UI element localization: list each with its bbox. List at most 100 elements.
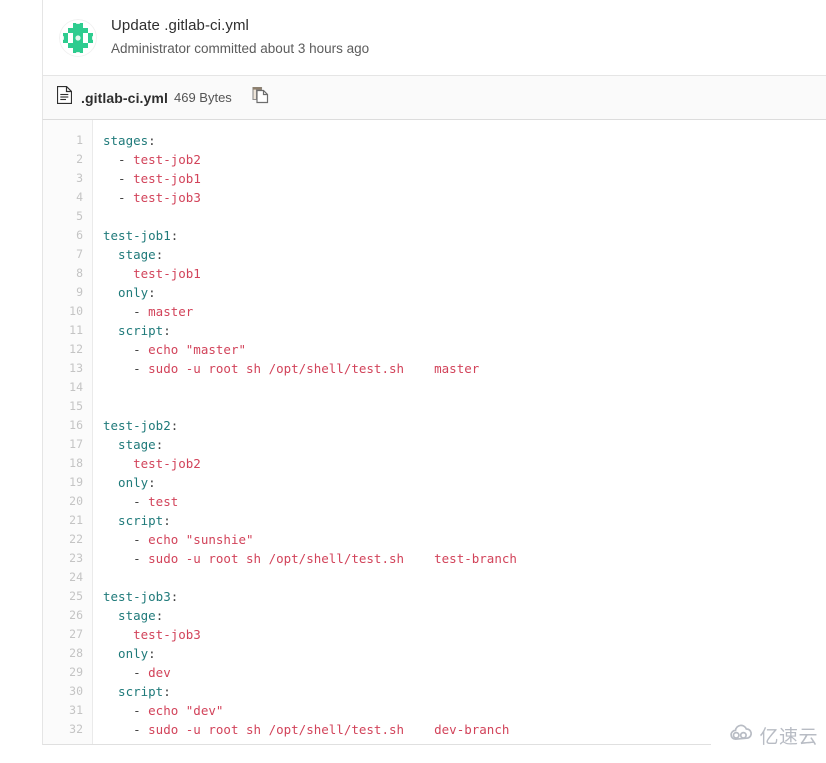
line-number: 6 — [76, 228, 83, 242]
code-token-val: test-job3 — [103, 627, 201, 642]
code-line: stage: — [103, 245, 711, 264]
commit-author-and-time: Administrator committed about 3 hours ag… — [111, 41, 370, 56]
code-token-key: stages — [103, 133, 149, 148]
code-token-key: stage — [103, 437, 156, 452]
line-number: 21 — [69, 513, 83, 527]
code-line: test-job2 — [103, 454, 711, 473]
code-token-val: test-job2 — [103, 456, 201, 471]
code-line: - test — [103, 492, 711, 511]
code-line: stage: — [103, 606, 711, 625]
code-line: script: — [103, 511, 711, 530]
code-line: - master — [103, 302, 711, 321]
line-number: 29 — [69, 665, 83, 679]
code-token-str: echo "sunshie" — [148, 532, 254, 547]
line-number: 22 — [69, 532, 83, 546]
file-header-bar: .gitlab-ci.yml 469 Bytes — [42, 76, 826, 120]
code-token-punc: : — [148, 133, 156, 148]
line-number: 5 — [76, 209, 83, 223]
file-size-label: 469 Bytes — [173, 90, 232, 105]
code-line: test-job3 — [103, 625, 711, 644]
code-line: script: — [103, 682, 711, 701]
line-number: 27 — [69, 627, 83, 641]
code-line: - dev — [103, 663, 711, 682]
code-line: stages: — [103, 131, 711, 150]
code-line: - echo "dev" — [103, 701, 711, 720]
line-number: 8 — [76, 266, 83, 280]
file-document-icon — [56, 85, 73, 109]
line-number: 14 — [69, 380, 83, 394]
code-token-punc: : — [155, 608, 164, 623]
line-number: 20 — [69, 494, 83, 508]
code-token-punc: : — [163, 323, 171, 338]
code-token-punc: - — [103, 532, 149, 547]
code-token-key: test-job3 — [103, 589, 171, 604]
code-token-punc: - — [103, 190, 134, 205]
identicon-avatar-icon — [59, 18, 97, 57]
line-number: 11 — [69, 323, 83, 337]
line-number: 12 — [69, 342, 83, 356]
code-token-punc: - — [103, 361, 149, 376]
code-line: test-job1 — [103, 264, 711, 283]
code-token-val: test-job2 — [133, 152, 201, 167]
code-content[interactable]: stages: - test-job2 - test-job1 - test-j… — [93, 120, 711, 744]
code-token-key: only — [103, 646, 149, 661]
line-number: 25 — [69, 589, 83, 603]
code-line: - sudo -u root sh /opt/shell/test.sh mas… — [103, 359, 711, 378]
code-token-key: test-job2 — [103, 418, 171, 433]
line-number: 19 — [69, 475, 83, 489]
code-token-key: test-job1 — [103, 228, 171, 243]
code-token-punc: : — [163, 684, 171, 699]
line-number: 16 — [69, 418, 83, 432]
line-number: 1 — [76, 133, 83, 147]
code-line: - test-job2 — [103, 150, 711, 169]
line-number: 23 — [69, 551, 83, 565]
line-number: 4 — [76, 190, 83, 204]
code-token-val: test-job3 — [133, 190, 201, 205]
code-token-punc: : — [155, 437, 164, 452]
code-token-punc: - — [103, 665, 149, 680]
code-line: - test-job1 — [103, 169, 711, 188]
code-token-val: dev — [148, 665, 171, 680]
commit-title[interactable]: Update .gitlab-ci.yml — [111, 16, 369, 36]
line-number: 3 — [76, 171, 83, 185]
code-token-str: sudo -u root sh /opt/shell/test.sh maste… — [148, 361, 480, 376]
cloud-logo-icon — [728, 724, 754, 747]
code-token-key: only — [103, 475, 149, 490]
code-token-punc: : — [148, 475, 156, 490]
code-token-punc: : — [170, 589, 179, 604]
code-line: - echo "master" — [103, 340, 711, 359]
code-token-punc: : — [148, 285, 156, 300]
line-number: 2 — [76, 152, 83, 166]
line-number: 28 — [69, 646, 83, 660]
line-number: 32 — [69, 722, 83, 736]
code-token-punc: - — [103, 171, 134, 186]
code-token-val: master — [148, 304, 194, 319]
file-name-label: .gitlab-ci.yml — [81, 89, 168, 106]
code-token-key: only — [103, 285, 149, 300]
code-token-punc: - — [103, 152, 134, 167]
commit-header: Update .gitlab-ci.yml Administrator comm… — [42, 0, 826, 76]
code-line: only: — [103, 473, 711, 492]
line-number: 31 — [69, 703, 83, 717]
code-token-str: sudo -u root sh /opt/shell/test.sh test-… — [148, 551, 517, 566]
code-line: - echo "sunshie" — [103, 530, 711, 549]
line-number: 13 — [69, 361, 83, 375]
copy-to-clipboard-icon[interactable] — [252, 86, 269, 109]
code-token-val: test-job1 — [103, 266, 201, 281]
code-token-key: stage — [103, 247, 156, 262]
code-token-key: script — [103, 323, 164, 338]
code-token-str: echo "master" — [148, 342, 246, 357]
file-view-page: Update .gitlab-ci.yml Administrator comm… — [42, 0, 826, 763]
line-number: 17 — [69, 437, 83, 451]
code-token-str: echo "dev" — [148, 703, 224, 718]
code-token-key: script — [103, 513, 164, 528]
line-number: 10 — [69, 304, 83, 318]
line-number: 9 — [76, 285, 83, 299]
code-line: stage: — [103, 435, 711, 454]
code-token-punc: - — [103, 304, 149, 319]
line-number: 24 — [69, 570, 83, 584]
code-token-punc: - — [103, 722, 149, 737]
